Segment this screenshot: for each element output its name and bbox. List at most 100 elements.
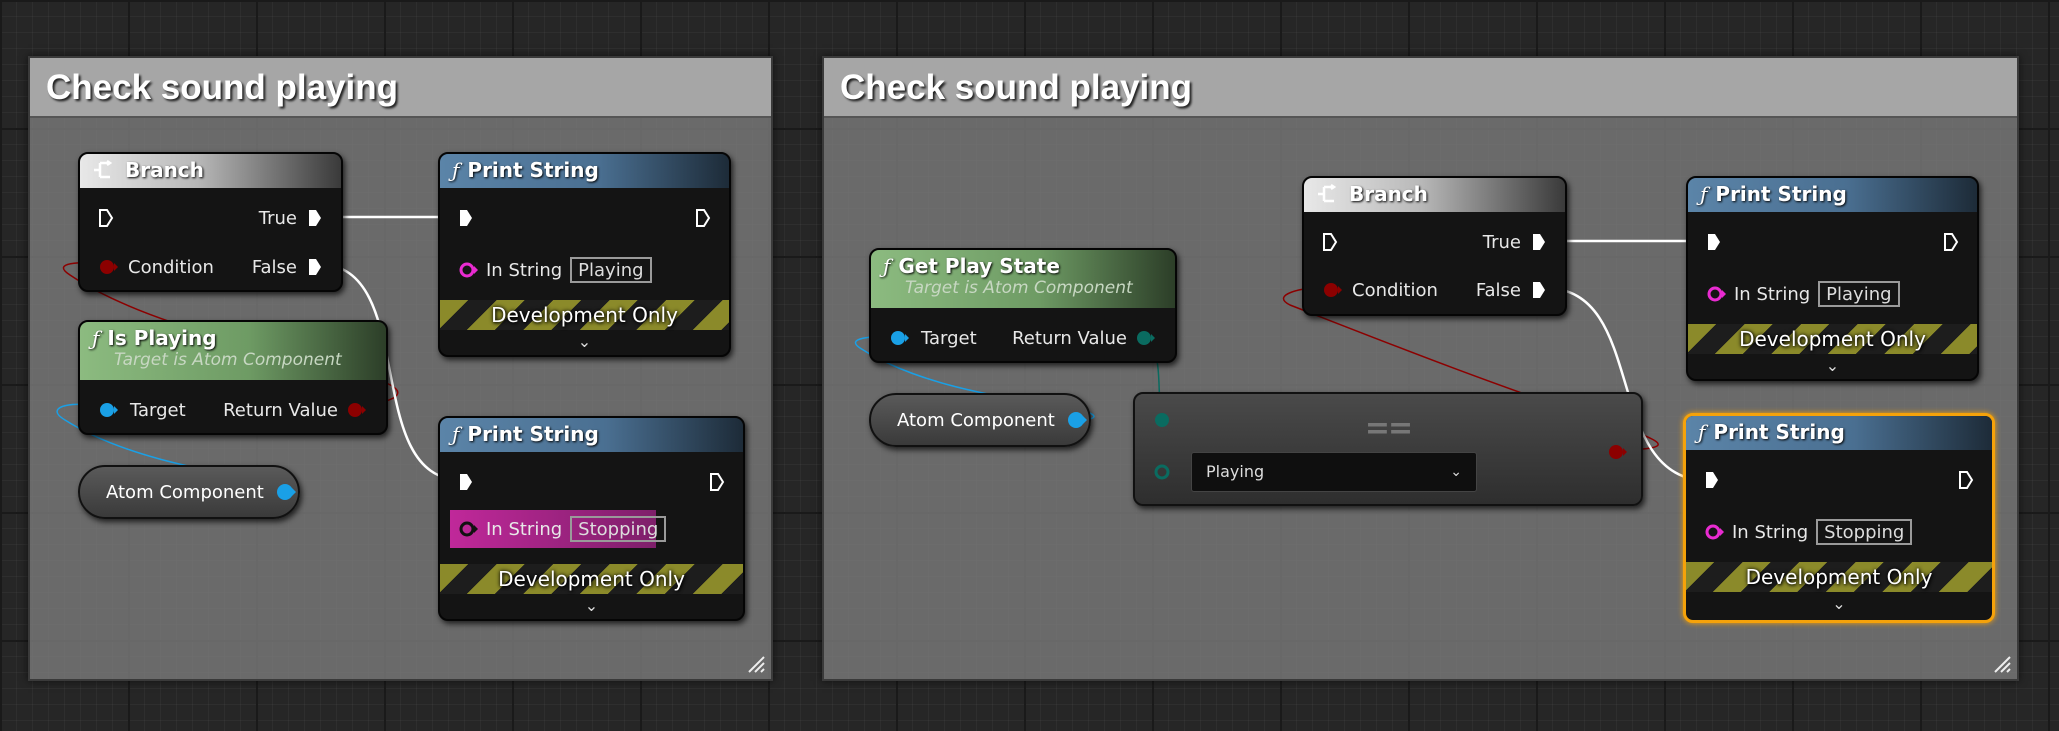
exec-pin-icon[interactable] [1706, 232, 1722, 252]
atom-component-variable[interactable]: Atom Component [869, 393, 1091, 447]
resize-grip-icon[interactable] [1991, 653, 2011, 673]
exec-pin-icon[interactable] [307, 208, 323, 228]
node-header: Branch [80, 154, 341, 188]
print-string-node[interactable]: ƒ Print String In String Playing Developm… [1686, 176, 1979, 381]
node-header: ƒ Print String [1686, 416, 1992, 450]
node-header: ƒ Print String [440, 154, 729, 188]
false-output: False [252, 252, 297, 282]
pin-label: Condition [1352, 279, 1438, 301]
data-pin-icon[interactable] [1322, 280, 1342, 300]
node-title: Print String [1715, 182, 1847, 206]
function-icon: ƒ [452, 422, 460, 446]
function-icon: ƒ [883, 254, 891, 278]
node-title: Get Play State [898, 254, 1060, 278]
return-value-output: Return Value [1012, 323, 1127, 353]
pin-label: In String [1734, 283, 1811, 305]
exec-pin-icon[interactable] [709, 472, 725, 492]
chevron-down-icon: ⌄ [1450, 464, 1462, 480]
data-pin-icon[interactable] [1135, 328, 1157, 348]
in-string-input: In String Playing [486, 255, 652, 285]
is-playing-node[interactable]: ƒ Is Playing Target is Atom Component Tar… [78, 320, 388, 435]
chevron-down-icon[interactable]: ⌄ [440, 596, 743, 616]
development-only-label: Development Only [498, 567, 685, 591]
node-title: Branch [124, 158, 204, 182]
condition-input: Condition [128, 252, 214, 282]
data-pin-icon[interactable] [1153, 463, 1171, 481]
exec-pin-icon[interactable] [1531, 232, 1547, 252]
in-string-value[interactable]: Stopping [1816, 519, 1913, 545]
data-pin-icon[interactable] [346, 400, 368, 420]
exec-pin-icon[interactable] [307, 257, 323, 277]
comment-title[interactable]: Check sound playing [824, 58, 2017, 118]
pin-label: False [1475, 279, 1521, 301]
in-string-value[interactable]: Playing [570, 257, 652, 283]
print-string-node-selected[interactable]: ƒ Print String In String Stopping Develop… [1683, 413, 1995, 623]
pin-label: Return Value [223, 399, 338, 421]
node-title: Print String [1713, 420, 1845, 444]
exec-pin-icon[interactable] [98, 208, 114, 228]
data-pin-icon[interactable] [1067, 410, 1089, 430]
get-play-state-node[interactable]: ƒ Get Play State Target is Atom Component… [869, 248, 1177, 363]
node-title: Print String [467, 158, 599, 182]
exec-pin-icon[interactable] [1704, 470, 1720, 490]
data-pin-icon[interactable] [98, 257, 118, 277]
development-only-banner: Development Only [1686, 562, 1992, 592]
comment-title[interactable]: Check sound playing [30, 58, 771, 118]
in-string-value[interactable]: Stopping [570, 516, 667, 542]
branch-node[interactable]: Branch True Condition False [78, 152, 343, 292]
exec-pin-icon[interactable] [1531, 280, 1547, 300]
variable-label: Atom Component [897, 409, 1055, 431]
pin-label: True [258, 207, 297, 229]
atom-component-variable[interactable]: Atom Component [78, 465, 300, 519]
in-string-value[interactable]: Playing [1818, 281, 1900, 307]
chevron-down-icon[interactable]: ⌄ [440, 332, 729, 352]
node-header: ƒ Print String [440, 418, 743, 452]
exec-pin-icon[interactable] [458, 208, 474, 228]
node-header: ƒ Is Playing Target is Atom Component [80, 322, 386, 380]
function-icon: ƒ [92, 326, 100, 350]
true-output: True [259, 203, 297, 233]
pin-label: True [1482, 231, 1521, 253]
true-output: True [1483, 227, 1521, 257]
development-only-banner: Development Only [440, 300, 729, 330]
node-header: Branch [1304, 178, 1565, 212]
exec-pin-icon[interactable] [1958, 470, 1974, 490]
equal-enum-node[interactable]: == Playing ⌄ [1133, 392, 1643, 506]
function-icon: ƒ [1698, 420, 1706, 444]
resize-grip-icon[interactable] [745, 653, 765, 673]
node-subtitle: Target is Atom Component [114, 350, 342, 370]
pin-label: Target [921, 327, 977, 349]
development-only-banner: Development Only [1688, 324, 1977, 354]
chevron-down-icon[interactable]: ⌄ [1688, 356, 1977, 376]
exec-pin-icon[interactable] [1322, 232, 1338, 252]
data-pin-icon[interactable] [458, 260, 480, 280]
node-header: ƒ Get Play State Target is Atom Component [871, 250, 1175, 308]
enum-dropdown[interactable]: Playing ⌄ [1191, 452, 1477, 492]
data-pin-icon[interactable] [1704, 522, 1726, 542]
chevron-down-icon[interactable]: ⌄ [1686, 594, 1992, 614]
false-output: False [1476, 275, 1521, 305]
data-pin-icon[interactable] [276, 482, 298, 502]
data-pin-icon[interactable] [458, 519, 480, 539]
condition-input: Condition [1352, 275, 1438, 305]
data-pin-icon[interactable] [1607, 442, 1629, 462]
in-string-input: In String Playing [1734, 279, 1900, 309]
branch-node[interactable]: Branch True Condition False [1302, 176, 1567, 316]
data-pin-icon[interactable] [1706, 284, 1728, 304]
function-icon: ƒ [1700, 182, 1708, 206]
data-pin-icon[interactable] [1153, 411, 1171, 429]
variable-label: Atom Component [106, 481, 264, 503]
exec-pin-icon[interactable] [458, 472, 474, 492]
exec-pin-icon[interactable] [695, 208, 711, 228]
pin-label: False [251, 256, 297, 278]
print-string-node[interactable]: ƒ Print String In String Playing Developm… [438, 152, 731, 357]
print-string-node[interactable]: ƒ Print String In String Stopping Develop… [438, 416, 745, 621]
data-pin-icon[interactable] [98, 400, 120, 420]
pin-label: In String [486, 259, 563, 281]
in-string-input: In String Stopping [1732, 517, 1913, 547]
exec-pin-icon[interactable] [1943, 232, 1959, 252]
branch-icon [94, 159, 113, 179]
data-pin-icon[interactable] [889, 328, 911, 348]
pin-label: Target [130, 399, 186, 421]
return-value-output: Return Value [223, 395, 338, 425]
